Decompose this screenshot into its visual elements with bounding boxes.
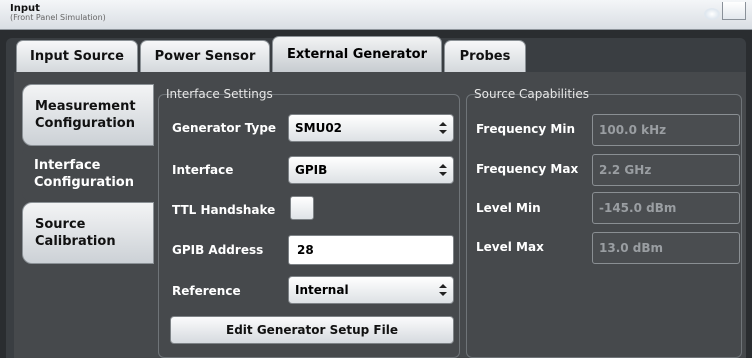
tab-input-source[interactable]: Input Source — [16, 40, 138, 72]
tab-label: Input Source — [30, 49, 124, 64]
interface-value: GPIB — [295, 163, 328, 177]
reference-label: Reference — [172, 284, 241, 298]
side-tab-label-line1: Measurement — [35, 99, 136, 114]
ttl-handshake-checkbox[interactable] — [290, 196, 314, 220]
side-tab-label-line2: Calibration — [35, 234, 116, 249]
window-control-button[interactable] — [722, 2, 746, 20]
generator-type-value: SMU02 — [295, 121, 343, 135]
ttl-handshake-label: TTL Handshake — [172, 203, 276, 217]
tab-external-generator[interactable]: External Generator — [272, 36, 442, 72]
source-capabilities-title: Source Capabilities — [474, 87, 590, 101]
side-tab-label-line1: Source — [35, 217, 86, 232]
gpib-address-input[interactable]: 28 — [288, 235, 454, 265]
select-arrow-icon — [439, 164, 447, 176]
frequency-min-label: Frequency Min — [476, 122, 576, 136]
frequency-min-value: 100.0 kHz — [592, 114, 740, 146]
tab-label: Probes — [459, 49, 511, 64]
side-tab-label-line1: Interface — [34, 158, 101, 173]
window-glow-icon — [704, 8, 720, 20]
gpib-address-label: GPIB Address — [172, 243, 264, 257]
frequency-max-label: Frequency Max — [476, 162, 579, 176]
tab-probes[interactable]: Probes — [444, 40, 526, 72]
reference-select[interactable]: Internal — [288, 276, 454, 304]
interface-label: Interface — [172, 163, 234, 177]
level-max-label: Level Max — [476, 240, 544, 254]
side-tab-interface-configuration[interactable]: Interface Configuration — [22, 146, 154, 202]
edit-generator-setup-file-button[interactable]: Edit Generator Setup File — [170, 316, 454, 344]
tab-power-sensor[interactable]: Power Sensor — [140, 40, 270, 72]
side-tab-label-line2: Configuration — [35, 116, 135, 131]
frequency-max-value: 2.2 GHz — [592, 154, 740, 186]
side-tab-label-line2: Configuration — [34, 175, 134, 190]
generator-type-select[interactable]: SMU02 — [288, 114, 454, 142]
side-tab-measurement-configuration[interactable]: Measurement Configuration — [22, 84, 154, 146]
tab-label: Power Sensor — [154, 49, 256, 64]
level-min-label: Level Min — [476, 201, 541, 215]
window-titlebar: Input (Front Panel Simulation) — [0, 0, 752, 30]
level-min-value: -145.0 dBm — [592, 192, 740, 224]
interface-select[interactable]: GPIB — [288, 156, 454, 184]
select-arrow-icon — [439, 284, 447, 296]
window-subtitle: (Front Panel Simulation) — [10, 13, 106, 22]
level-max-value: 13.0 dBm — [592, 232, 740, 264]
interface-settings-title: Interface Settings — [166, 87, 273, 101]
reference-value: Internal — [295, 283, 349, 297]
generator-type-label: Generator Type — [172, 121, 277, 135]
tab-label: External Generator — [286, 47, 428, 62]
side-tab-source-calibration[interactable]: Source Calibration — [22, 202, 154, 264]
select-arrow-icon — [439, 122, 447, 134]
